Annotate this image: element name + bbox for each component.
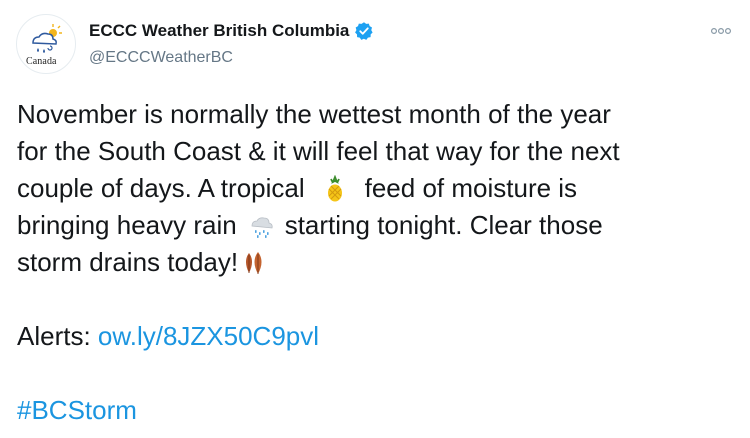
- tweet-text-segment: feed of moisture is: [364, 173, 578, 203]
- tweet-line: storm drains today!: [17, 244, 737, 281]
- tweet-text-segment: bringing heavy rain: [17, 210, 237, 240]
- tweet-text-segment: storm drains today!: [17, 247, 239, 277]
- author-handle[interactable]: @ECCCWeatherBC: [89, 49, 233, 67]
- hashtag-link[interactable]: #BCStorm: [17, 395, 137, 425]
- avatar-wordmark: Canada: [26, 56, 57, 67]
- tweet-line: November is normally the wettest month o…: [17, 99, 611, 129]
- alerts-link[interactable]: ow.ly/8JZX50C9pvl: [98, 321, 319, 351]
- tweet-line: couple of days. A tropical feed of moist…: [17, 170, 737, 207]
- verified-badge-icon: [355, 22, 373, 40]
- alerts-label: Alerts:: [17, 321, 91, 351]
- tweet-line: for the South Coast & it will feel that …: [17, 136, 620, 166]
- tweet-line: #BCStorm: [17, 392, 737, 429]
- tweet-line: Alerts: ow.ly/8JZX50C9pvl: [17, 318, 737, 355]
- more-options-icon[interactable]: [711, 27, 731, 35]
- pineapple-emoji: [327, 175, 342, 202]
- tweet-card: Canada ECCC Weather British Columbia @EC…: [0, 0, 750, 438]
- author-name-row: ECCC Weather British Columbia: [89, 21, 374, 41]
- tweet-line: bringing heavy rain starting tonight. Cl…: [17, 207, 737, 244]
- fallen-leaves-emoji: [246, 252, 262, 274]
- avatar[interactable]: Canada: [16, 14, 76, 74]
- canada-flag-icon: [17, 15, 23, 19]
- rain-cloud-emoji: [251, 217, 273, 238]
- display-name[interactable]: ECCC Weather British Columbia: [89, 21, 349, 41]
- tweet-text-segment: couple of days. A tropical: [17, 173, 305, 203]
- tweet-text-segment: starting tonight. Clear those: [284, 210, 603, 240]
- tweet-text: November is normally the wettest month o…: [17, 96, 737, 429]
